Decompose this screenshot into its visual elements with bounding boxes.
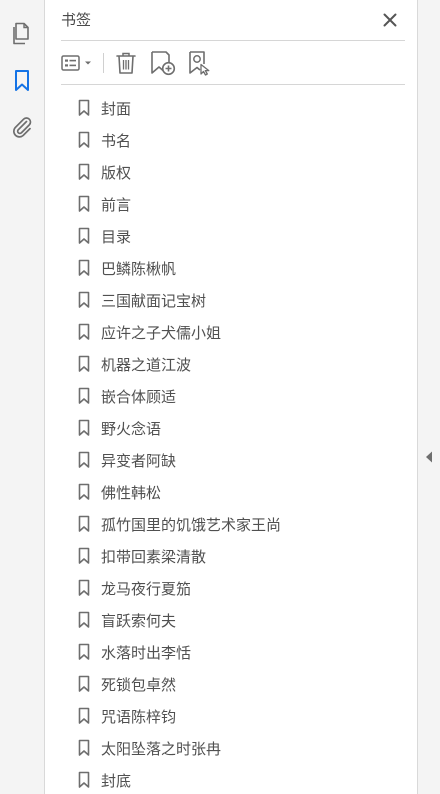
bookmark-label: 野火念语 (101, 419, 162, 438)
trash-icon (116, 52, 136, 74)
bookmark-item[interactable]: 机器之道江波 (77, 348, 281, 380)
page-thumbnails-button[interactable] (8, 20, 36, 48)
bookmark-label: 异变者阿缺 (101, 451, 177, 470)
bookmark-icon (77, 579, 91, 597)
bookmark-item[interactable]: 巴鳞陈楸帆 (77, 252, 281, 284)
bookmark-icon (77, 643, 91, 661)
bookmark-label: 嵌合体顾适 (101, 387, 177, 406)
bookmark-icon (77, 483, 91, 501)
bookmark-icon (77, 515, 91, 533)
bookmark-item[interactable]: 咒语陈梓钧 (77, 700, 281, 732)
bookmark-label: 应许之子犬儒小姐 (101, 323, 222, 342)
bookmark-label: 孤竹国里的饥饿艺术家王尚 (101, 515, 282, 534)
bookmark-label: 死锁包卓然 (101, 675, 177, 694)
bookmark-icon (77, 419, 91, 437)
bookmark-label: 前言 (101, 195, 132, 214)
bookmark-item[interactable]: 版权 (77, 156, 281, 188)
bookmark-label: 机器之道江波 (101, 355, 192, 374)
bookmark-item[interactable]: 封面 (77, 92, 281, 124)
bookmarks-button[interactable] (8, 67, 36, 95)
bookmark-search-icon (189, 51, 210, 76)
bookmark-label: 目录 (101, 227, 132, 246)
panel-title: 书签 (61, 11, 92, 29)
bookmark-icon (77, 547, 91, 565)
bookmark-icon (77, 675, 91, 693)
bookmark-item[interactable]: 龙马夜行夏笳 (77, 572, 281, 604)
bookmark-icon (77, 99, 91, 117)
bookmark-icon (77, 131, 91, 149)
toolbar-divider (61, 84, 405, 85)
bookmark-label: 龙马夜行夏笳 (101, 579, 192, 598)
options-menu-button[interactable] (59, 49, 97, 77)
bookmark-item[interactable]: 水落时出李恬 (77, 636, 281, 668)
bookmark-label: 太阳坠落之时张冉 (101, 739, 222, 758)
bookmark-icon (77, 195, 91, 213)
bookmark-item[interactable]: 书名 (77, 124, 281, 156)
attachment-icon (12, 117, 32, 138)
bookmarks-toolbar (59, 49, 216, 77)
bookmark-label: 书名 (101, 131, 132, 150)
bookmark-list: 封面书名版权前言目录巴鳞陈楸帆三国献面记宝树 应许之子犬儒小姐 机器之道江波 嵌合体顾… (77, 92, 281, 794)
toolbar-separator (103, 53, 104, 73)
bookmark-item[interactable]: 扣带回素梁清散 (77, 540, 281, 572)
bookmark-icon (77, 451, 91, 469)
bookmark-label: 水落时出李恬 (101, 643, 192, 662)
bookmark-label: 盲跃索何夫 (101, 611, 177, 630)
bookmark-item[interactable]: 盲跃索何夫 (77, 604, 281, 636)
bookmark-icon (77, 163, 91, 181)
bookmark-icon (77, 291, 91, 309)
bookmark-icon (77, 707, 91, 725)
options-menu-icon (61, 55, 91, 71)
bookmark-icon (77, 739, 91, 757)
bookmark-item[interactable]: 太阳坠落之时张冉 (77, 732, 281, 764)
bookmark-label: 封底 (101, 771, 132, 790)
bookmark-icon (77, 323, 91, 341)
header-divider (61, 40, 405, 41)
bookmark-label: 版权 (101, 163, 132, 182)
bookmark-label: 封面 (101, 99, 132, 118)
bookmark-search-button[interactable] (184, 49, 216, 77)
bookmarks-pane: 书签 封面 书名 版权 前言 目录 巴鳞陈楸帆 三国献面记宝树 应许之子犬儒小姐… (0, 0, 440, 794)
bookmark-icon (77, 227, 91, 245)
bookmarks-panel: 书签 封面 书名 版权 前言 目录 巴鳞陈楸帆 三国献面记宝树 应许之子犬儒小姐… (45, 0, 417, 794)
bookmark-item[interactable]: 佛性韩松 (77, 476, 281, 508)
bookmark-item[interactable]: 应许之子犬儒小姐 (77, 316, 281, 348)
bookmark-icon (77, 355, 91, 373)
bookmark-label: 三国献面记宝树 (101, 291, 207, 310)
bookmark-icon (77, 387, 91, 405)
bookmark-item[interactable]: 孤竹国里的饥饿艺术家王尚 (77, 508, 281, 540)
collapse-arrow-icon[interactable] (423, 449, 435, 465)
delete-bookmark-button[interactable] (112, 49, 140, 77)
bookmark-item[interactable]: 异变者阿缺 (77, 444, 281, 476)
bookmark-item[interactable]: 野火念语 (77, 412, 281, 444)
bookmark-item[interactable]: 嵌合体顾适 (77, 380, 281, 412)
bookmark-icon (15, 70, 29, 91)
bookmark-icon (77, 259, 91, 277)
page-thumbnails-icon (13, 22, 29, 45)
close-button[interactable] (381, 11, 399, 29)
close-icon (383, 13, 397, 27)
bookmark-item[interactable]: 前言 (77, 188, 281, 220)
bookmark-item[interactable]: 封底 (77, 764, 281, 794)
panel-collapse-strip[interactable] (417, 0, 440, 794)
add-bookmark-icon (151, 51, 176, 76)
bookmark-label: 巴鳞陈楸帆 (101, 259, 177, 278)
attachments-button[interactable] (8, 112, 36, 140)
bookmark-label: 扣带回素梁清散 (101, 547, 207, 566)
bookmark-icon (77, 611, 91, 629)
bookmark-icon (77, 771, 91, 789)
bookmark-label: 佛性韩松 (101, 483, 162, 502)
bookmark-item[interactable]: 三国献面记宝树 (77, 284, 281, 316)
bookmark-label: 咒语陈梓钧 (101, 707, 177, 726)
bookmark-item[interactable]: 目录 (77, 220, 281, 252)
bookmark-item[interactable]: 死锁包卓然 (77, 668, 281, 700)
navigation-rail (0, 0, 45, 794)
new-bookmark-button[interactable] (146, 49, 180, 77)
